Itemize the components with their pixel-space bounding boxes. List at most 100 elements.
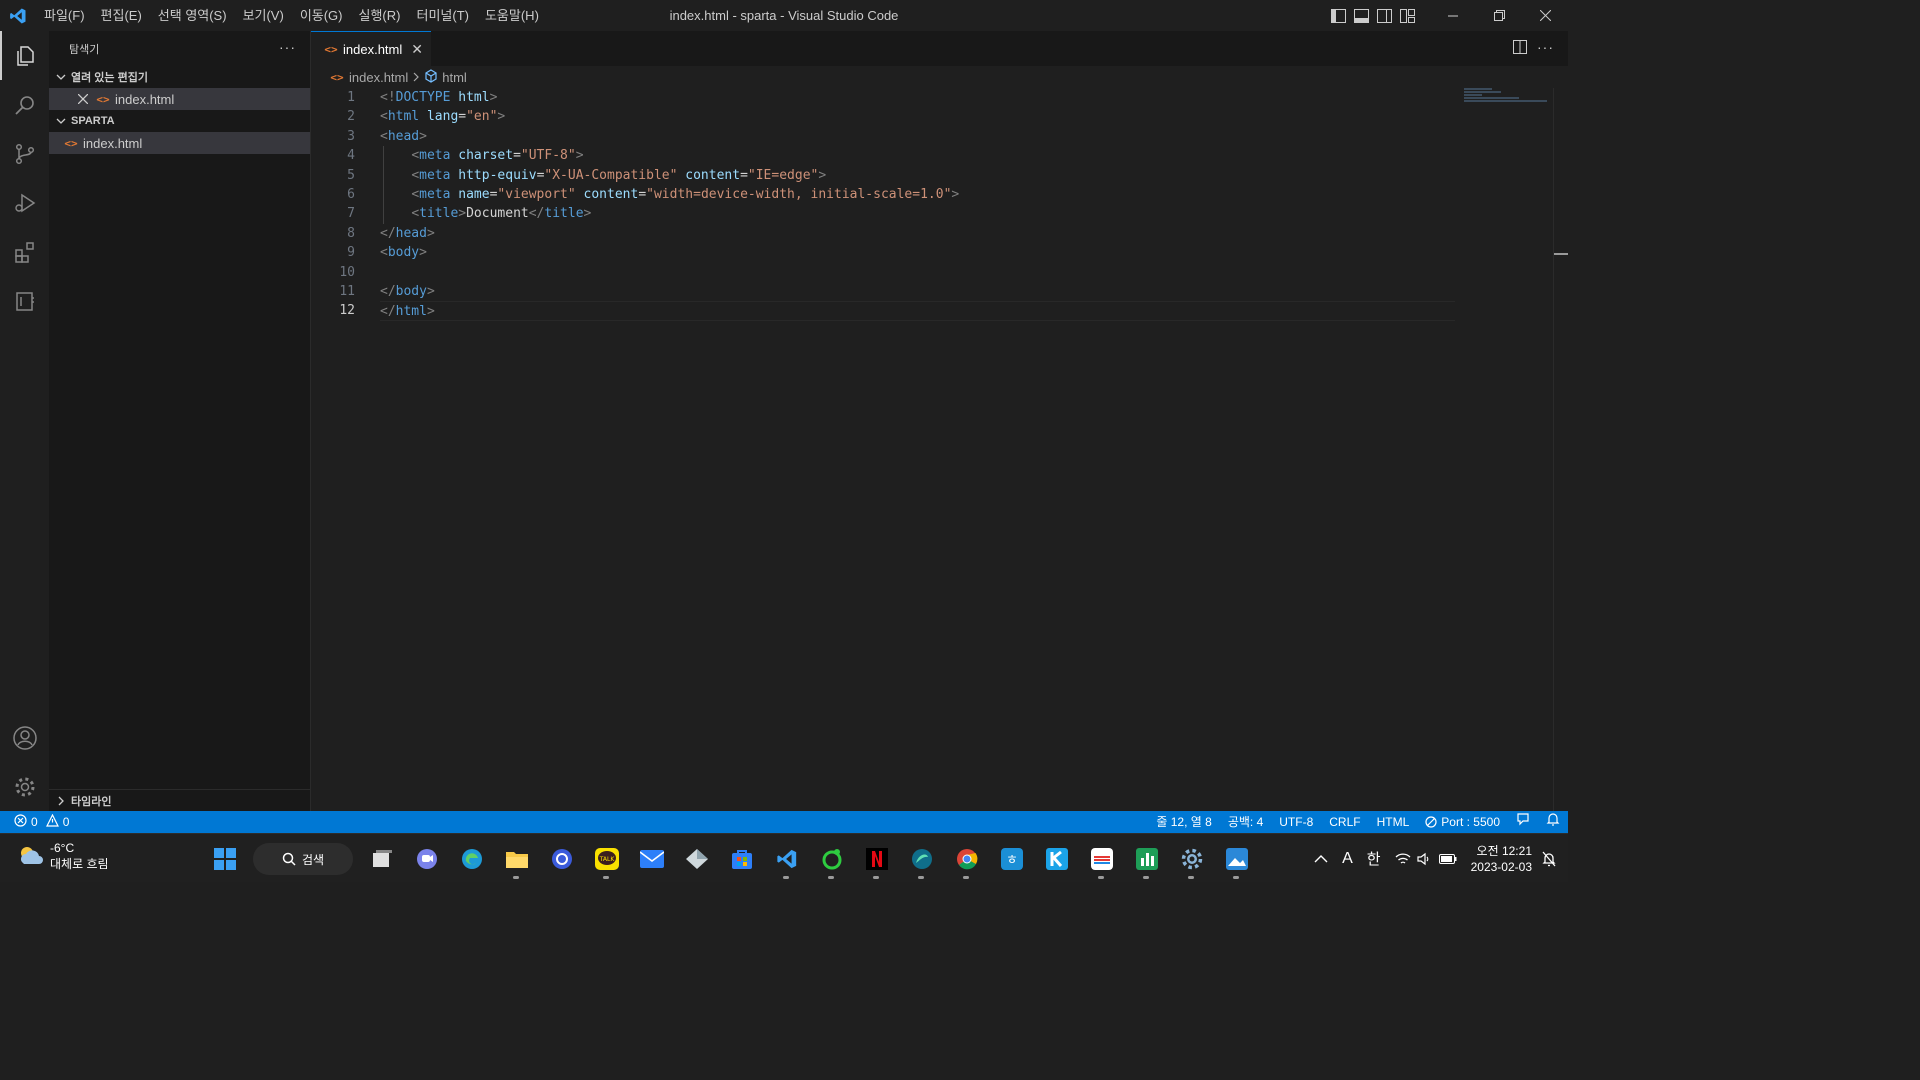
menu-edit[interactable]: 편집(E): [93, 0, 150, 31]
line-number: 1: [347, 90, 355, 105]
mail-icon[interactable]: [629, 839, 674, 879]
problems-status[interactable]: 0 0: [0, 813, 69, 830]
extensions-icon[interactable]: [0, 227, 49, 276]
folder-section-sparta[interactable]: SPARTA: [49, 110, 310, 132]
code-line[interactable]: </head>: [380, 224, 1455, 243]
toggle-secondary-sidebar-icon[interactable]: [1376, 7, 1393, 24]
menu-help[interactable]: 도움말(H): [477, 0, 547, 31]
code-line[interactable]: <meta name="viewport" content="width=dev…: [380, 185, 1455, 204]
kakaotalk-icon[interactable]: TALK: [584, 839, 629, 879]
settings-gear-icon[interactable]: [0, 762, 49, 811]
code-area[interactable]: <!DOCTYPE html> <html lang="en"> <head> <m…: [380, 88, 1455, 321]
notification-center-icon[interactable]: [1538, 851, 1568, 867]
microsoft-store-icon[interactable]: [719, 839, 764, 879]
close-tab-icon[interactable]: ✕: [411, 41, 423, 58]
weather-description: 대체로 흐림: [50, 857, 109, 871]
weather-widget[interactable]: -6°C 대체로 흐림: [16, 840, 109, 872]
menu-go[interactable]: 이동(G): [292, 0, 351, 31]
code-line[interactable]: </html>: [380, 301, 1455, 321]
indentation-status[interactable]: 공백: 4: [1220, 811, 1271, 833]
capture-app-icon[interactable]: [539, 839, 584, 879]
error-icon: [14, 814, 27, 830]
open-editor-item[interactable]: <> index.html: [49, 88, 310, 110]
wifi-icon[interactable]: [1388, 852, 1413, 866]
code-editor[interactable]: 1 2 3 4 5 6 7 8 9 10 11 12 <!DOCTYPE html> <html lan…: [311, 88, 1568, 811]
netflix-icon[interactable]: [854, 839, 899, 879]
hancom-app-icon[interactable]: ㅎ: [989, 839, 1034, 879]
file-explorer-icon[interactable]: [494, 839, 539, 879]
feedback-icon[interactable]: [1508, 811, 1538, 833]
menu-terminal[interactable]: 터미널(T): [408, 0, 476, 31]
code-line[interactable]: <!DOCTYPE html>: [380, 88, 1455, 107]
task-view-icon[interactable]: [359, 839, 404, 879]
encoding-status[interactable]: UTF-8: [1271, 811, 1321, 833]
green-chat-app-icon[interactable]: [809, 839, 854, 879]
accounts-icon[interactable]: [0, 713, 49, 762]
customize-layout-icon[interactable]: [1399, 7, 1416, 24]
cursor-position[interactable]: 줄 12, 열 8: [1148, 811, 1219, 833]
timeline-section[interactable]: 타임라인: [49, 789, 310, 811]
teams-chat-icon[interactable]: [404, 839, 449, 879]
file-item[interactable]: <> index.html: [49, 132, 310, 154]
chevron-up-icon[interactable]: [1307, 854, 1335, 864]
diamond-app-icon[interactable]: [674, 839, 719, 879]
minimap[interactable]: [1464, 88, 1556, 108]
open-editors-section[interactable]: 열려 있는 편집기: [49, 66, 310, 88]
ime-mode[interactable]: A: [1335, 850, 1360, 868]
close-icon[interactable]: [75, 94, 91, 104]
vscode-taskbar-icon[interactable]: [764, 839, 809, 879]
activity-bar: [0, 31, 49, 811]
line-number: 9: [347, 245, 355, 261]
swirl-app-icon[interactable]: [899, 839, 944, 879]
remote-explorer-icon[interactable]: [0, 276, 49, 325]
chrome-icon[interactable]: [944, 839, 989, 879]
code-line[interactable]: <head>: [380, 127, 1455, 146]
code-line[interactable]: </body>: [380, 282, 1455, 301]
taskbar-search[interactable]: 검색: [253, 843, 353, 875]
menu-file[interactable]: 파일(F): [36, 0, 93, 31]
breadcrumb-symbol[interactable]: html: [442, 70, 467, 85]
code-line[interactable]: <meta charset="UTF-8">: [380, 146, 1455, 165]
more-actions-icon[interactable]: ···: [279, 39, 296, 55]
code-line[interactable]: <meta http-equiv="X-UA-Compatible" conte…: [380, 166, 1455, 185]
chevron-right-icon: [53, 793, 69, 809]
settings-gear-taskbar-icon[interactable]: [1169, 839, 1214, 879]
split-editor-icon[interactable]: [1513, 40, 1527, 57]
source-control-icon[interactable]: [0, 129, 49, 178]
k-app-icon[interactable]: [1034, 839, 1079, 879]
eol-status[interactable]: CRLF: [1321, 811, 1368, 833]
notifications-bell-icon[interactable]: [1538, 811, 1568, 833]
spreadsheet-chart-icon[interactable]: [1124, 839, 1169, 879]
menu-selection[interactable]: 선택 영역(S): [150, 0, 235, 31]
toggle-primary-sidebar-icon[interactable]: [1330, 7, 1347, 24]
color-stripe-app-icon[interactable]: [1079, 839, 1124, 879]
language-mode[interactable]: HTML: [1369, 811, 1418, 833]
tab-index-html[interactable]: <> index.html ✕: [311, 31, 431, 66]
menu-view[interactable]: 보기(V): [235, 0, 292, 31]
photos-app-icon[interactable]: [1214, 839, 1259, 879]
explorer-icon[interactable]: [0, 31, 49, 80]
restore-button[interactable]: [1476, 0, 1522, 31]
system-clock[interactable]: 오전 12:21 2023-02-03: [1461, 843, 1538, 875]
volume-icon[interactable]: [1413, 852, 1435, 866]
run-debug-icon[interactable]: [0, 178, 49, 227]
start-windows-icon[interactable]: [202, 839, 247, 879]
code-line[interactable]: <title>Document</title>: [380, 204, 1455, 223]
search-icon[interactable]: [0, 80, 49, 129]
title-bar: 파일(F) 편집(E) 선택 영역(S) 보기(V) 이동(G) 실행(R) 터…: [0, 0, 1568, 31]
battery-icon[interactable]: [1435, 853, 1461, 865]
more-actions-icon[interactable]: ···: [1537, 40, 1554, 57]
vertical-scrollbar[interactable]: [1553, 88, 1554, 811]
ime-language[interactable]: 한: [1360, 848, 1388, 869]
live-server-port[interactable]: Port : 5500: [1417, 811, 1508, 833]
minimize-button[interactable]: [1430, 0, 1476, 31]
breadcrumb-file[interactable]: index.html: [349, 70, 408, 85]
menu-run[interactable]: 실행(R): [351, 0, 409, 31]
code-line[interactable]: <body>: [380, 243, 1455, 262]
line-number: 5: [347, 167, 355, 183]
edge-browser-icon[interactable]: [449, 839, 494, 879]
toggle-panel-icon[interactable]: [1353, 7, 1370, 24]
code-line[interactable]: [380, 263, 1455, 282]
code-line[interactable]: <html lang="en">: [380, 107, 1455, 126]
close-window-button[interactable]: [1522, 0, 1568, 31]
